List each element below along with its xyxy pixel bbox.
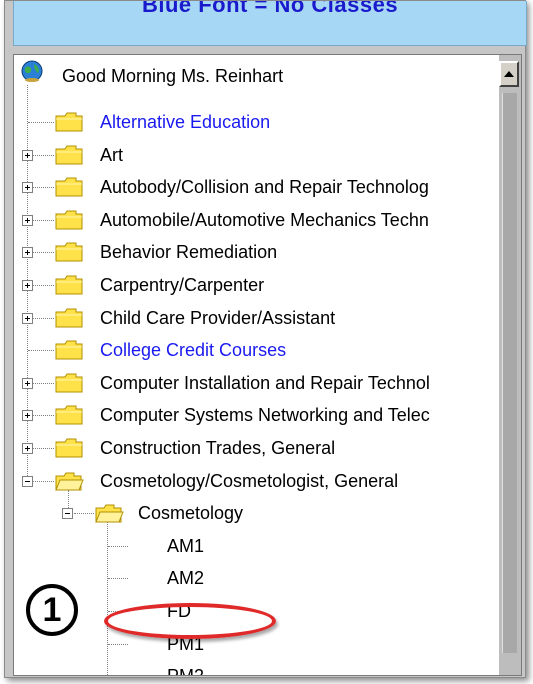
expand-toggle[interactable]: [22, 182, 33, 194]
expand-toggle[interactable]: [22, 247, 33, 259]
folder-open-icon: [94, 502, 124, 524]
tree-connector-line: [108, 643, 128, 645]
folder-icon: [54, 437, 83, 459]
folder-icon: [54, 307, 83, 329]
tree-item-label: Alternative Education: [100, 112, 271, 132]
expand-toggle[interactable]: [22, 214, 33, 226]
tree-item-label: Autobody/Collision and Repair Technolog: [100, 177, 429, 198]
tree-connector-line: [108, 545, 128, 547]
collapse-toggle[interactable]: [62, 508, 73, 520]
tree-item-label: Carpentry/Carpenter: [100, 275, 265, 295]
globe-icon: [21, 60, 43, 82]
class-item-label: AM1: [167, 535, 205, 556]
scroll-thumb[interactable]: [502, 93, 517, 653]
expand-toggle[interactable]: [22, 149, 33, 161]
folder-open-icon: [54, 470, 84, 492]
tree-panel: Blue Font = No Classes Good Morning Ms. …: [4, 0, 527, 678]
tree-item-label: Construction Trades, General: [100, 438, 336, 458]
class-item-label: AM2: [167, 568, 205, 589]
course-tree[interactable]: Good Morning Ms. Reinhart Alternative Ed…: [13, 54, 501, 676]
tree-item-label: Computer Installation and Repair Technol: [100, 372, 430, 393]
folder-icon: [54, 144, 83, 166]
tree-item-label: Child Care Provider/Assistant: [100, 307, 336, 328]
step-callout: 1: [26, 584, 78, 636]
folder-icon: [54, 176, 83, 198]
collapse-toggle[interactable]: [22, 475, 33, 487]
expand-toggle[interactable]: [22, 443, 33, 454]
expand-toggle[interactable]: [22, 410, 33, 422]
vertical-scrollbar[interactable]: [499, 54, 522, 676]
tree-item-label: Behavior Remediation: [100, 242, 278, 263]
tree-item-label: Computer Systems Networking and Telec: [100, 405, 430, 426]
legend-banner: Blue Font = No Classes: [13, 1, 527, 46]
class-item-label: PM2: [167, 661, 204, 675]
pm1-highlight-ellipse: [104, 603, 276, 639]
expand-toggle[interactable]: [22, 280, 33, 291]
tree-item-label: College Credit Courses: [100, 340, 287, 361]
tree-item-label: Cosmetology/Cosmetologist, General: [100, 470, 399, 491]
tree-item-label: Art: [100, 144, 124, 165]
folder-icon: [54, 241, 83, 263]
expand-toggle[interactable]: [22, 377, 33, 389]
tree-root-label: Good Morning Ms. Reinhart: [62, 66, 284, 86]
scroll-up-button[interactable]: [499, 61, 519, 87]
tree-connector-line: [108, 578, 128, 580]
folder-icon: [54, 372, 83, 394]
tree-connector-line: [74, 513, 94, 515]
tree-subfolder-label: Cosmetology: [138, 503, 244, 524]
tree-item-label: Automobile/Automotive Mechanics Techn: [100, 209, 429, 230]
expand-toggle[interactable]: [22, 312, 33, 324]
folder-icon: [54, 339, 83, 361]
folder-icon: [54, 404, 83, 426]
folder-icon: [54, 209, 83, 231]
arrow-up-icon: [504, 71, 514, 77]
tree-connector-line: [28, 122, 54, 123]
folder-icon: [54, 111, 83, 133]
tree-connector-line: [28, 350, 54, 352]
folder-icon: [54, 274, 83, 296]
legend-banner-text: Blue Font = No Classes: [141, 1, 399, 17]
